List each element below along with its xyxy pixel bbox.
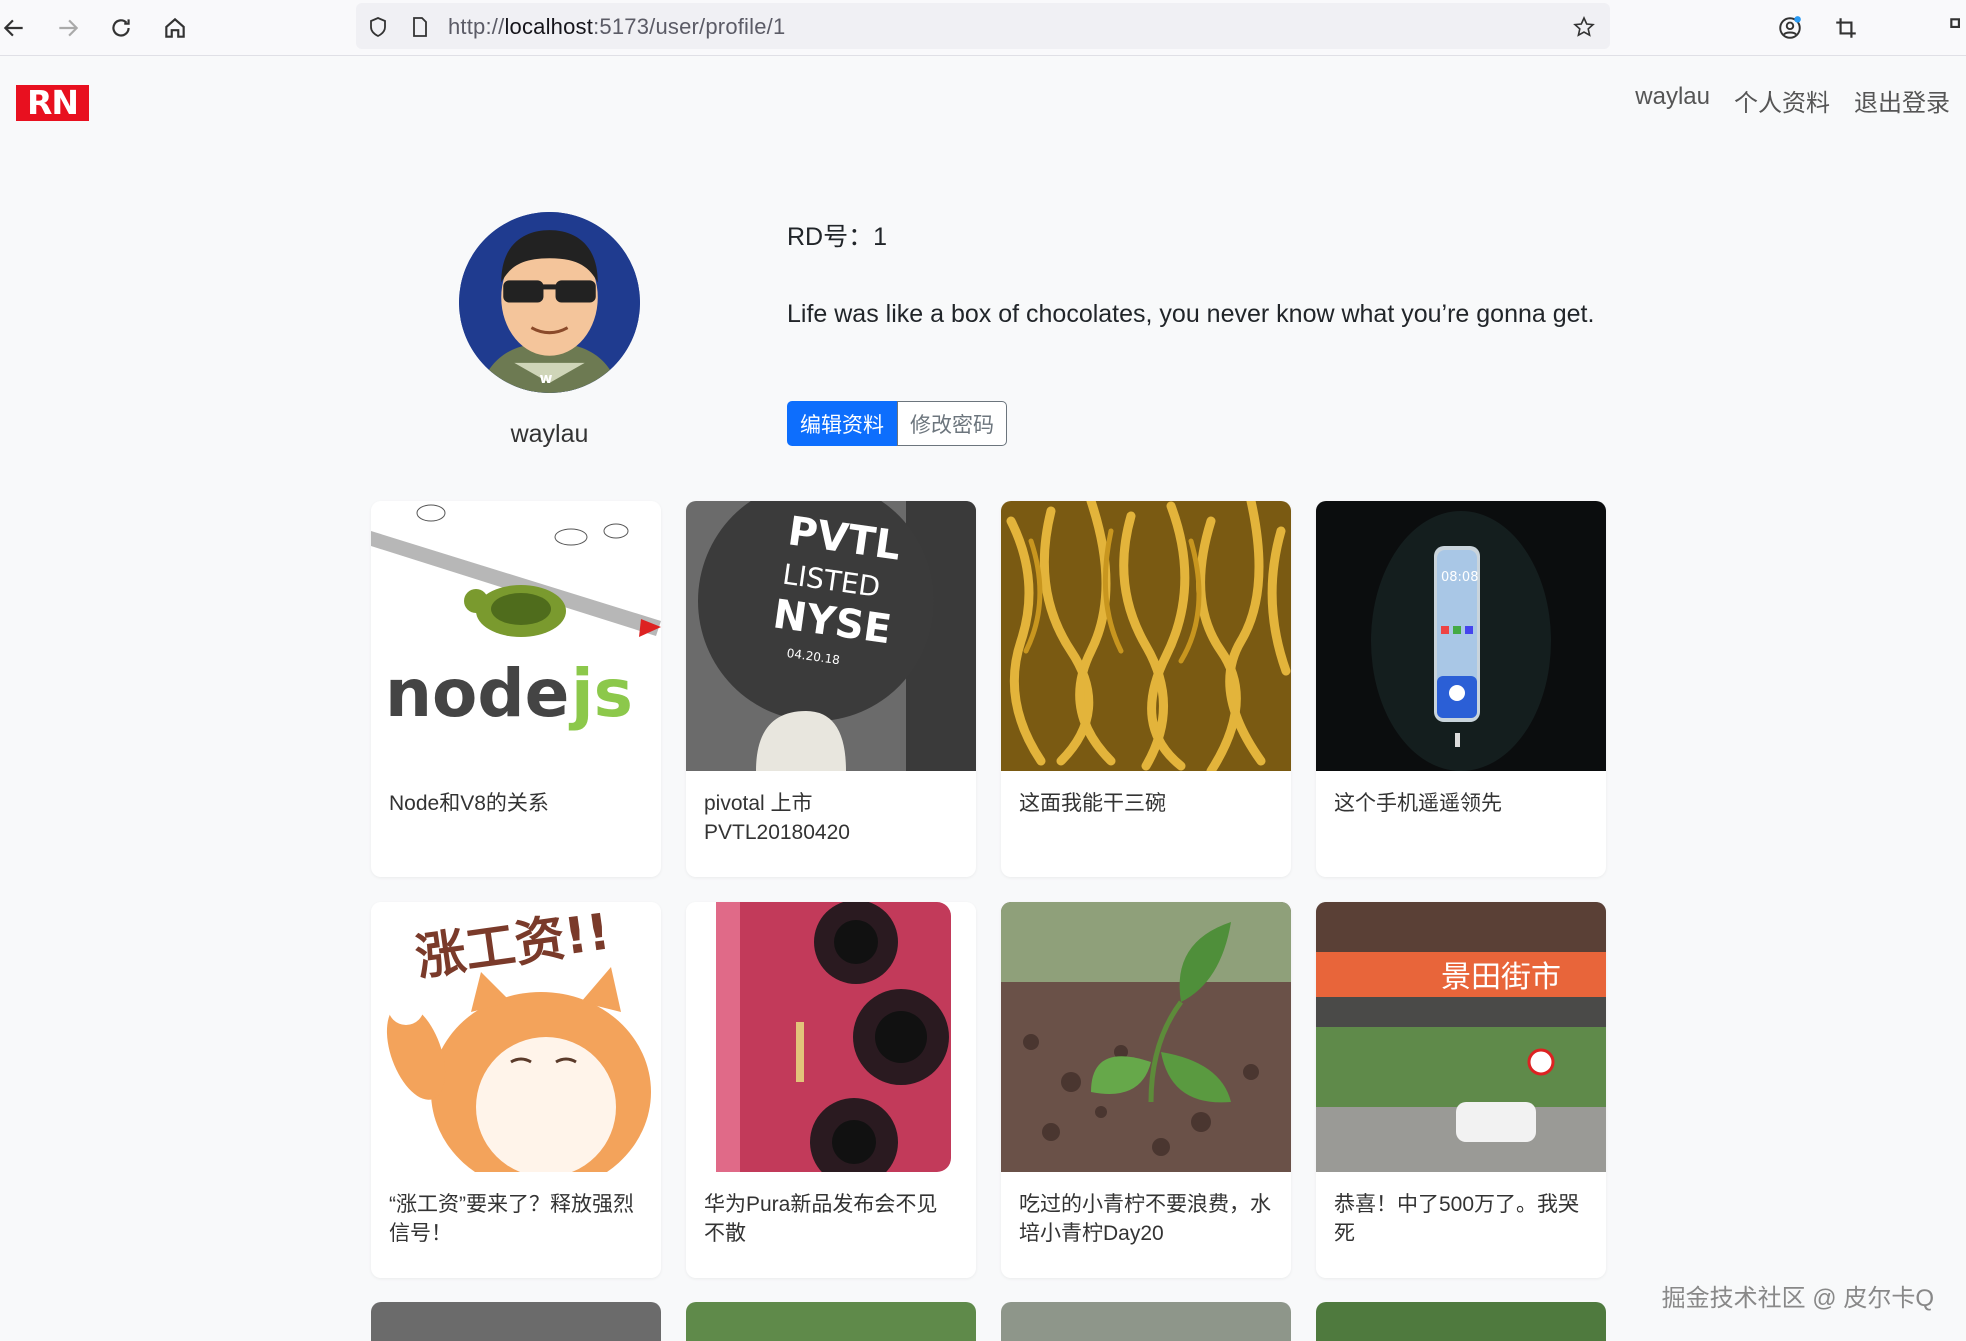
noodles-image: [1001, 501, 1291, 771]
edit-profile-button[interactable]: 编辑资料: [787, 401, 897, 446]
back-button[interactable]: [0, 8, 34, 48]
post-card[interactable]: 涨工资!! “涨工资”要来了？释放强烈信号！: [371, 902, 661, 1278]
arrow-left-icon: [3, 19, 23, 37]
nav-link-logout[interactable]: 退出登录: [1854, 83, 1950, 118]
post-title: 恭喜！中了500万了。我哭死: [1334, 1193, 1580, 1245]
home-button[interactable]: [155, 8, 195, 48]
post-thumbnail: PVTL LISTED NYSE 04.20.18: [686, 501, 976, 771]
post-title: pivotal 上市 PVTL20180420: [704, 792, 850, 844]
posts-grid: node js Node和V8的关系 PVTL LISTED NYSE 04.2…: [371, 501, 1606, 1278]
post-card[interactable]: 08:08 这个手机遥遥领先: [1316, 501, 1606, 877]
post-card[interactable]: 景田街市 恭喜！中了500万了。我哭死: [1316, 902, 1606, 1278]
post-title: “涨工资”要来了？释放强烈信号！: [389, 1193, 634, 1245]
post-title: 华为Pura新品发布会不见不散: [704, 1193, 938, 1245]
address-bar[interactable]: http://localhost:5173/user/profile/1: [356, 3, 1610, 49]
extensions-button[interactable]: [1940, 8, 1966, 48]
url-text[interactable]: http://localhost:5173/user/profile/1: [448, 14, 785, 40]
post-card-partial[interactable]: [1001, 1302, 1291, 1341]
crop-icon: [1836, 18, 1856, 38]
home-icon: [165, 17, 185, 38]
post-card[interactable]: 这面我能干三碗: [1001, 501, 1291, 877]
forward-button[interactable]: [48, 8, 88, 48]
avatar: w: [459, 212, 640, 393]
browser-toolbar: http://localhost:5173/user/profile/1: [0, 0, 1966, 56]
change-password-button[interactable]: 修改密码: [897, 401, 1007, 446]
post-title: Node和V8的关系: [389, 792, 549, 815]
post-card-partial[interactable]: [371, 1302, 661, 1341]
pura-phone-image: [686, 902, 976, 1172]
svg-text:w: w: [539, 371, 552, 387]
post-card[interactable]: PVTL LISTED NYSE 04.20.18 pivotal 上市 PVT…: [686, 501, 976, 877]
profile-username: waylau: [510, 420, 589, 448]
arrow-right-icon: [59, 19, 79, 37]
navbar-links: waylau 个人资料 退出登录: [1635, 83, 1950, 118]
account-button[interactable]: [1770, 8, 1810, 48]
avatar-illustration: w: [459, 212, 640, 393]
nav-link-username[interactable]: waylau: [1635, 83, 1710, 118]
nodejs-js-text: js: [568, 655, 633, 732]
cat-sticker-image: 涨工资!!: [371, 902, 661, 1172]
post-card[interactable]: node js Node和V8的关系: [371, 501, 661, 877]
watermark: 掘金技术社区 @ 皮尔卡Q: [1661, 1285, 1934, 1312]
brand-logo[interactable]: RN: [16, 85, 89, 121]
post-title: 这面我能干三碗: [1019, 792, 1166, 815]
post-card[interactable]: 吃过的小青柠不要浪费，水培小青柠Day20: [1001, 902, 1291, 1278]
street-market-image: 景田街市: [1316, 902, 1606, 1172]
post-card[interactable]: 华为Pura新品发布会不见不散: [686, 902, 976, 1278]
market-sign-text: 景田街市: [1441, 960, 1561, 995]
post-title: 这个手机遥遥领先: [1334, 792, 1502, 815]
phone-time-text: 08:08: [1441, 570, 1478, 585]
post-thumbnail: [1001, 902, 1291, 1172]
post-title: 吃过的小青柠不要浪费，水培小青柠Day20: [1019, 1193, 1271, 1245]
account-icon: [1779, 16, 1801, 39]
star-icon[interactable]: [1572, 15, 1596, 39]
post-thumbnail: node js: [371, 501, 661, 771]
nav-link-profile[interactable]: 个人资料: [1734, 83, 1830, 118]
post-card-partial[interactable]: [1316, 1302, 1606, 1341]
profile-bio: Life was like a box of chocolates, you n…: [787, 300, 1595, 328]
post-thumbnail: [686, 902, 976, 1172]
post-card-partial[interactable]: [686, 1302, 976, 1341]
post-thumbnail: 涨工资!!: [371, 902, 661, 1172]
pvtl-sign-image: PVTL LISTED NYSE 04.20.18: [686, 501, 976, 771]
page-icon: [413, 17, 427, 37]
post-thumbnail: 景田街市: [1316, 902, 1606, 1172]
lime-sprout-image: [1001, 902, 1291, 1172]
posts-grid-row-partial: [371, 1302, 1606, 1341]
extensions-icon: [1950, 18, 1960, 28]
reload-button[interactable]: [101, 8, 141, 48]
post-thumbnail: [1001, 501, 1291, 771]
nodejs-logo-text: node: [385, 655, 569, 732]
screenshot-button[interactable]: [1826, 8, 1866, 48]
rd-number: RD号：1: [787, 223, 888, 251]
app-navbar: RN waylau 个人资料 退出登录: [0, 57, 1966, 143]
reload-icon: [112, 19, 130, 37]
phone-launch-image: 08:08: [1316, 501, 1606, 771]
nodejs-turtle-image: node js: [371, 501, 661, 771]
shield-icon[interactable]: [366, 15, 390, 39]
post-thumbnail: 08:08: [1316, 501, 1606, 771]
